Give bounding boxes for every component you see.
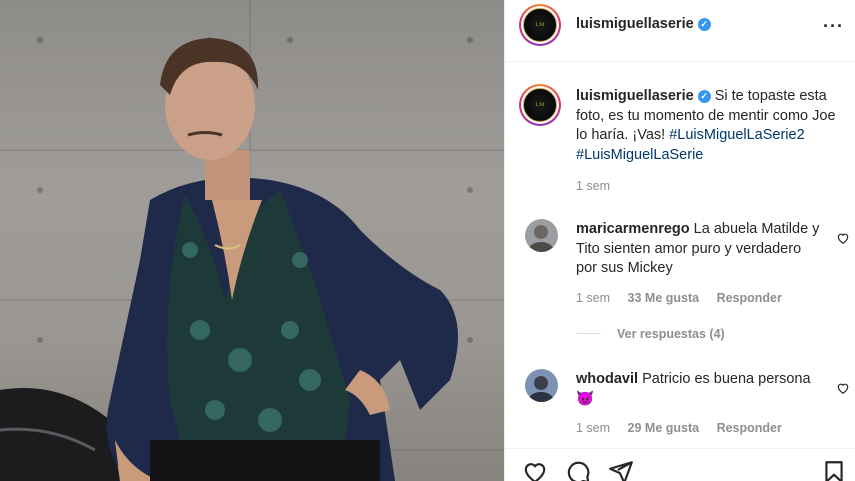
- author-avatar[interactable]: LM: [519, 4, 561, 46]
- avatar-logo: LM: [535, 102, 545, 108]
- comment-like-heart-icon[interactable]: [836, 381, 850, 395]
- hashtag-link[interactable]: #LuisMiguelLaSerie2: [669, 127, 804, 143]
- comment-text: Patricio es buena persona: [642, 371, 811, 387]
- avatar-logo: LM: [535, 22, 545, 28]
- comment-username[interactable]: maricarmenrego: [576, 221, 690, 237]
- devil-emoji: 😈: [576, 390, 595, 407]
- comment-meta: 1 sem 33 Me gusta Responder: [576, 291, 796, 305]
- comment-username[interactable]: whodavil: [576, 371, 638, 387]
- comment-time[interactable]: 1 sem: [576, 291, 610, 305]
- commenter-avatar[interactable]: [525, 219, 558, 252]
- comment-likes[interactable]: 33 Me gusta: [628, 291, 700, 305]
- hashtag-link[interactable]: #LuisMiguelLaSerie: [576, 147, 703, 163]
- caption-username[interactable]: luismiguellaserie: [576, 88, 694, 104]
- replies-divider: [577, 333, 601, 334]
- reply-button[interactable]: Responder: [717, 291, 782, 305]
- comment-likes[interactable]: 29 Me gusta: [628, 421, 700, 435]
- more-options-icon[interactable]: ···: [823, 16, 844, 37]
- paper-plane-icon[interactable]: [608, 459, 634, 481]
- comment-time[interactable]: 1 sem: [576, 421, 610, 435]
- comment-text-block: maricarmenrego La abuela Matilde y Tito …: [576, 220, 820, 279]
- post-header: LM luismiguellaserie ✓ ···: [505, 0, 855, 62]
- caption-time[interactable]: 1 sem: [576, 179, 610, 193]
- view-replies-button[interactable]: Ver respuestas (4): [577, 327, 725, 341]
- caption-text-block: luismiguellaserie ✓ Si te topaste esta fo…: [576, 87, 850, 165]
- post-action-bar: [505, 448, 855, 481]
- heart-icon[interactable]: [522, 459, 548, 481]
- comment-meta: 1 sem 29 Me gusta Responder: [576, 421, 796, 435]
- post-photo-illustration: [0, 0, 504, 481]
- reply-button[interactable]: Responder: [717, 421, 782, 435]
- post-photo[interactable]: [0, 0, 504, 481]
- bookmark-icon[interactable]: [821, 459, 847, 481]
- caption-author-avatar[interactable]: LM: [519, 84, 561, 126]
- view-replies-label: Ver respuestas (4): [617, 327, 725, 341]
- post-sidebar: LM luismiguellaserie ✓ ··· LM luismiguell…: [504, 0, 855, 481]
- comment-like-heart-icon[interactable]: [836, 231, 850, 245]
- comment-bubble-icon[interactable]: [565, 459, 591, 481]
- verified-badge-icon: ✓: [697, 90, 711, 103]
- verified-badge-icon: ✓: [697, 18, 711, 31]
- comment-text-block: whodavil Patricio es buena persona 😈: [576, 370, 820, 409]
- commenter-avatar[interactable]: [525, 369, 558, 402]
- author-username[interactable]: luismiguellaserie: [576, 16, 694, 32]
